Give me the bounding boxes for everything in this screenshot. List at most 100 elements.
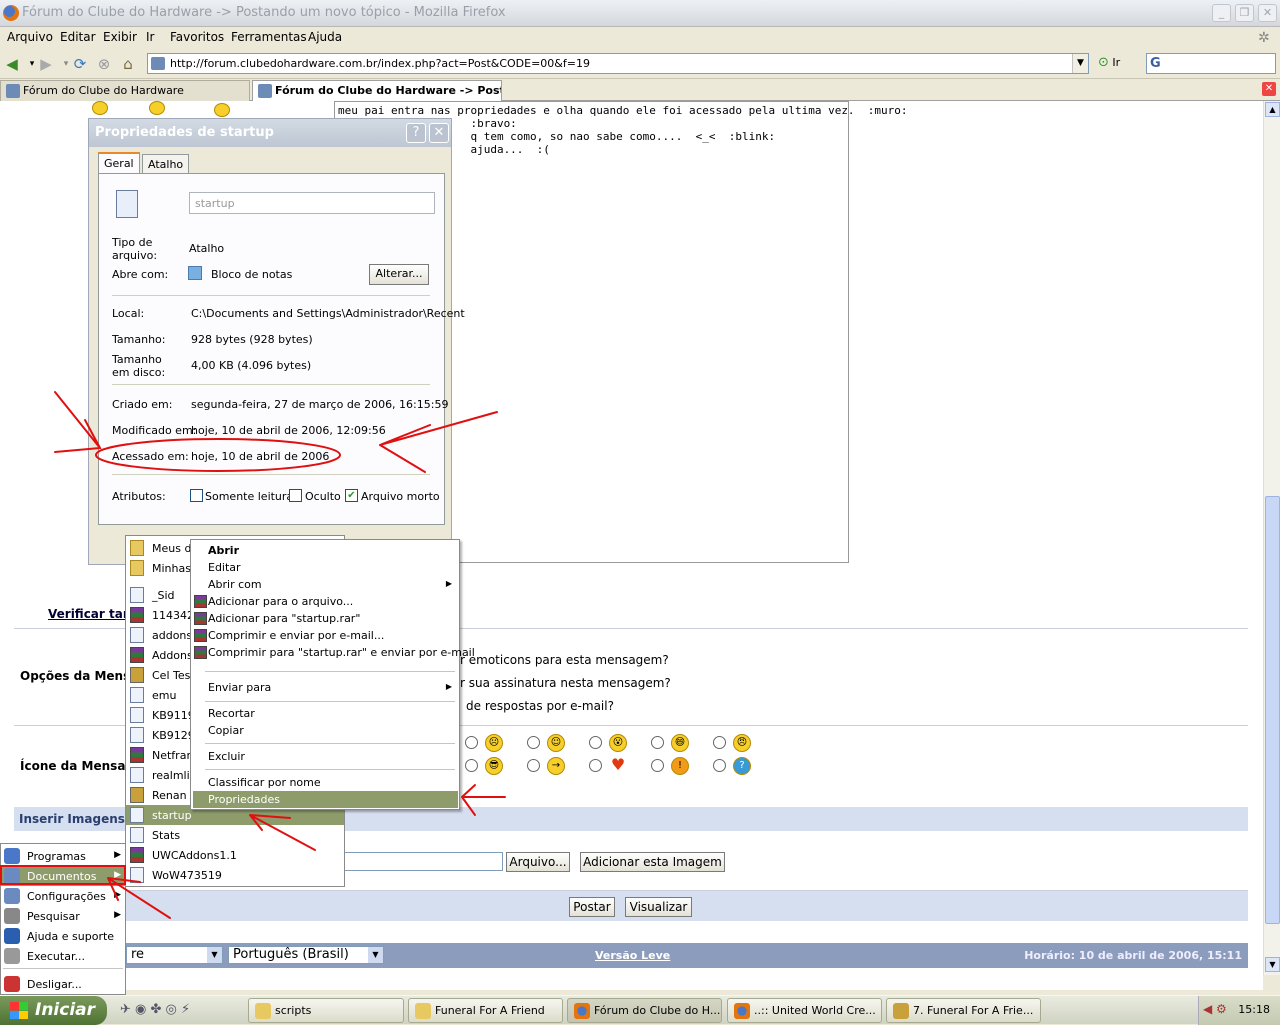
maximize-button[interactable]: ❐: [1235, 4, 1254, 22]
menu-ajuda[interactable]: Ajuda: [308, 30, 342, 44]
emoticon-radio[interactable]: [589, 759, 602, 772]
language-select[interactable]: Português (Brasil) ▼: [228, 946, 384, 964]
go-button[interactable]: ⊙ Ir: [1098, 55, 1120, 70]
tab-atalho[interactable]: Atalho: [142, 154, 190, 174]
start-menu-item[interactable]: Programas ▶: [1, 846, 125, 866]
emoticon-radio[interactable]: [589, 736, 602, 749]
emoticon-radio[interactable]: [713, 736, 726, 749]
emoticon-icon[interactable]: [149, 101, 165, 115]
documents-item[interactable]: Stats: [126, 825, 344, 845]
versao-leve-link[interactable]: Versão Leve: [595, 949, 670, 962]
stop-icon[interactable]: ⊗: [94, 54, 114, 74]
emoticon-radio[interactable]: [713, 759, 726, 772]
taskbar-funeral-folder[interactable]: Funeral For A Friend: [408, 998, 563, 1023]
help-icon[interactable]: ?: [406, 123, 426, 143]
somente-leitura-checkbox[interactable]: [190, 489, 203, 502]
close-window-button[interactable]: ✕: [1258, 4, 1277, 22]
postar-button[interactable]: Postar: [569, 897, 615, 917]
emoticon-icon[interactable]: !: [671, 757, 689, 775]
emoticon-radio[interactable]: [527, 736, 540, 749]
start-menu-item[interactable]: Executar...: [1, 946, 125, 966]
skin-select[interactable]: re ▼: [126, 946, 223, 964]
ctx-recortar[interactable]: Recortar: [193, 705, 458, 722]
menu-ferramentas[interactable]: Ferramentas: [231, 30, 307, 44]
taskbar-united[interactable]: ..:: United World Cre...: [727, 998, 882, 1023]
emoticon-icon[interactable]: ?: [733, 757, 751, 775]
adicionar-imagem-button[interactable]: Adicionar esta Imagem: [580, 852, 725, 872]
home-icon[interactable]: ⌂: [118, 54, 138, 74]
ctx-enviar-para[interactable]: Enviar para ▶: [193, 679, 458, 696]
emoticon-icon[interactable]: [92, 101, 108, 115]
menu-arquivo[interactable]: Arquivo: [7, 30, 53, 44]
emoticon-radio[interactable]: [465, 759, 478, 772]
oculto-checkbox[interactable]: [289, 489, 302, 502]
start-menu-item[interactable]: Pesquisar ▶: [1, 906, 125, 926]
start-menu-item[interactable]: Documentos ▶: [1, 866, 125, 886]
ctx-add-rar[interactable]: Adicionar para "startup.rar": [193, 610, 458, 627]
alterar-button[interactable]: Alterar...: [369, 264, 429, 285]
dialog-titlebar[interactable]: Propriedades de startup ? ✕: [89, 119, 451, 147]
forward-arrow-icon[interactable]: ▶: [36, 54, 56, 74]
ctx-excluir[interactable]: Excluir: [193, 748, 458, 765]
emoticon-icon[interactable]: 😮: [609, 734, 627, 752]
emoticon-icon[interactable]: →: [547, 757, 565, 775]
emoticon-radio[interactable]: [465, 736, 478, 749]
start-button[interactable]: Iniciar: [0, 996, 107, 1025]
emoticon-icon[interactable]: 😄: [671, 734, 689, 752]
window-titlebar[interactable]: Fórum do Clube do Hardware -> Postando u…: [0, 0, 1280, 27]
start-menu-item[interactable]: Configurações ▶: [1, 886, 125, 906]
visualizar-button[interactable]: Visualizar: [625, 897, 692, 917]
emoticon-icon[interactable]: 😠: [733, 734, 751, 752]
menu-ir[interactable]: Ir: [146, 30, 154, 44]
ctx-copiar[interactable]: Copiar: [193, 722, 458, 739]
scroll-down-icon[interactable]: ▼: [1265, 957, 1280, 972]
back-arrow-icon[interactable]: ◀: [2, 54, 22, 74]
close-tab-icon[interactable]: ✕: [1262, 82, 1276, 96]
emoticon-icon[interactable]: [214, 103, 230, 117]
start-menu-item[interactable]: Desligar...: [1, 974, 125, 994]
emoticon-icon[interactable]: ♥: [609, 757, 627, 775]
documents-item[interactable]: UWCAddons1.1: [126, 845, 344, 865]
url-dropdown-icon[interactable]: ▼: [1072, 54, 1088, 73]
scroll-thumb[interactable]: [1265, 496, 1280, 924]
emoticon-radio[interactable]: [651, 736, 664, 749]
ctx-classificar[interactable]: Classificar por nome: [193, 774, 458, 791]
ctx-propriedades[interactable]: Propriedades: [193, 791, 458, 808]
arquivo-button[interactable]: Arquivo...: [506, 852, 570, 872]
ctx-abrir[interactable]: Abrir: [193, 542, 458, 559]
image-path-input[interactable]: [344, 852, 503, 871]
taskbar-forum[interactable]: Fórum do Clube do H...: [567, 998, 722, 1023]
quicklaunch-icons[interactable]: ✈ ◉ ✤ ◎ ⚡: [120, 1002, 190, 1017]
emoticon-icon[interactable]: ☺: [547, 734, 565, 752]
taskbar-winamp[interactable]: 7. Funeral For A Frie...: [886, 998, 1041, 1023]
menu-favoritos[interactable]: Favoritos: [170, 30, 224, 44]
emoticon-radio[interactable]: [651, 759, 664, 772]
menu-editar[interactable]: Editar: [60, 30, 96, 44]
emoticon-radio[interactable]: [527, 759, 540, 772]
verificar-link[interactable]: Verificar tar: [48, 607, 129, 621]
arquivo-morto-checkbox[interactable]: ✔: [345, 489, 358, 502]
taskbar-scripts[interactable]: scripts: [248, 998, 404, 1023]
ctx-comprimir-email[interactable]: Comprimir e enviar por e-mail...: [193, 627, 458, 644]
ctx-editar[interactable]: Editar: [193, 559, 458, 576]
name-field[interactable]: startup: [189, 192, 435, 214]
emoticon-icon[interactable]: ☹: [485, 734, 503, 752]
emoticon-icon[interactable]: 😎: [485, 757, 503, 775]
reload-icon[interactable]: ⟳: [70, 54, 90, 74]
search-box[interactable]: G: [1146, 53, 1276, 74]
menu-exibir[interactable]: Exibir: [103, 30, 137, 44]
google-icon[interactable]: G: [1150, 56, 1161, 71]
ctx-abrir-com[interactable]: Abrir com ▶: [193, 576, 458, 593]
page-scrollbar[interactable]: ▲ ▼: [1263, 101, 1280, 975]
url-text[interactable]: http://forum.clubedohardware.com.br/inde…: [170, 57, 590, 70]
dialog-close-icon[interactable]: ✕: [429, 123, 449, 143]
tab-geral[interactable]: Geral: [98, 152, 140, 174]
tray-icons[interactable]: ◀ ⚙: [1203, 1002, 1227, 1016]
address-bar[interactable]: http://forum.clubedohardware.com.br/inde…: [147, 53, 1089, 74]
ctx-comprimir-rar-email[interactable]: Comprimir para "startup.rar" e enviar po…: [193, 644, 475, 661]
scroll-up-icon[interactable]: ▲: [1265, 102, 1280, 117]
ctx-add-arquivo[interactable]: Adicionar para o arquivo...: [193, 593, 458, 610]
minimize-button[interactable]: _: [1212, 4, 1231, 22]
tab-postando[interactable]: Fórum do Clube do Hardware -> Post...: [252, 80, 502, 101]
start-menu-item[interactable]: Ajuda e suporte: [1, 926, 125, 946]
